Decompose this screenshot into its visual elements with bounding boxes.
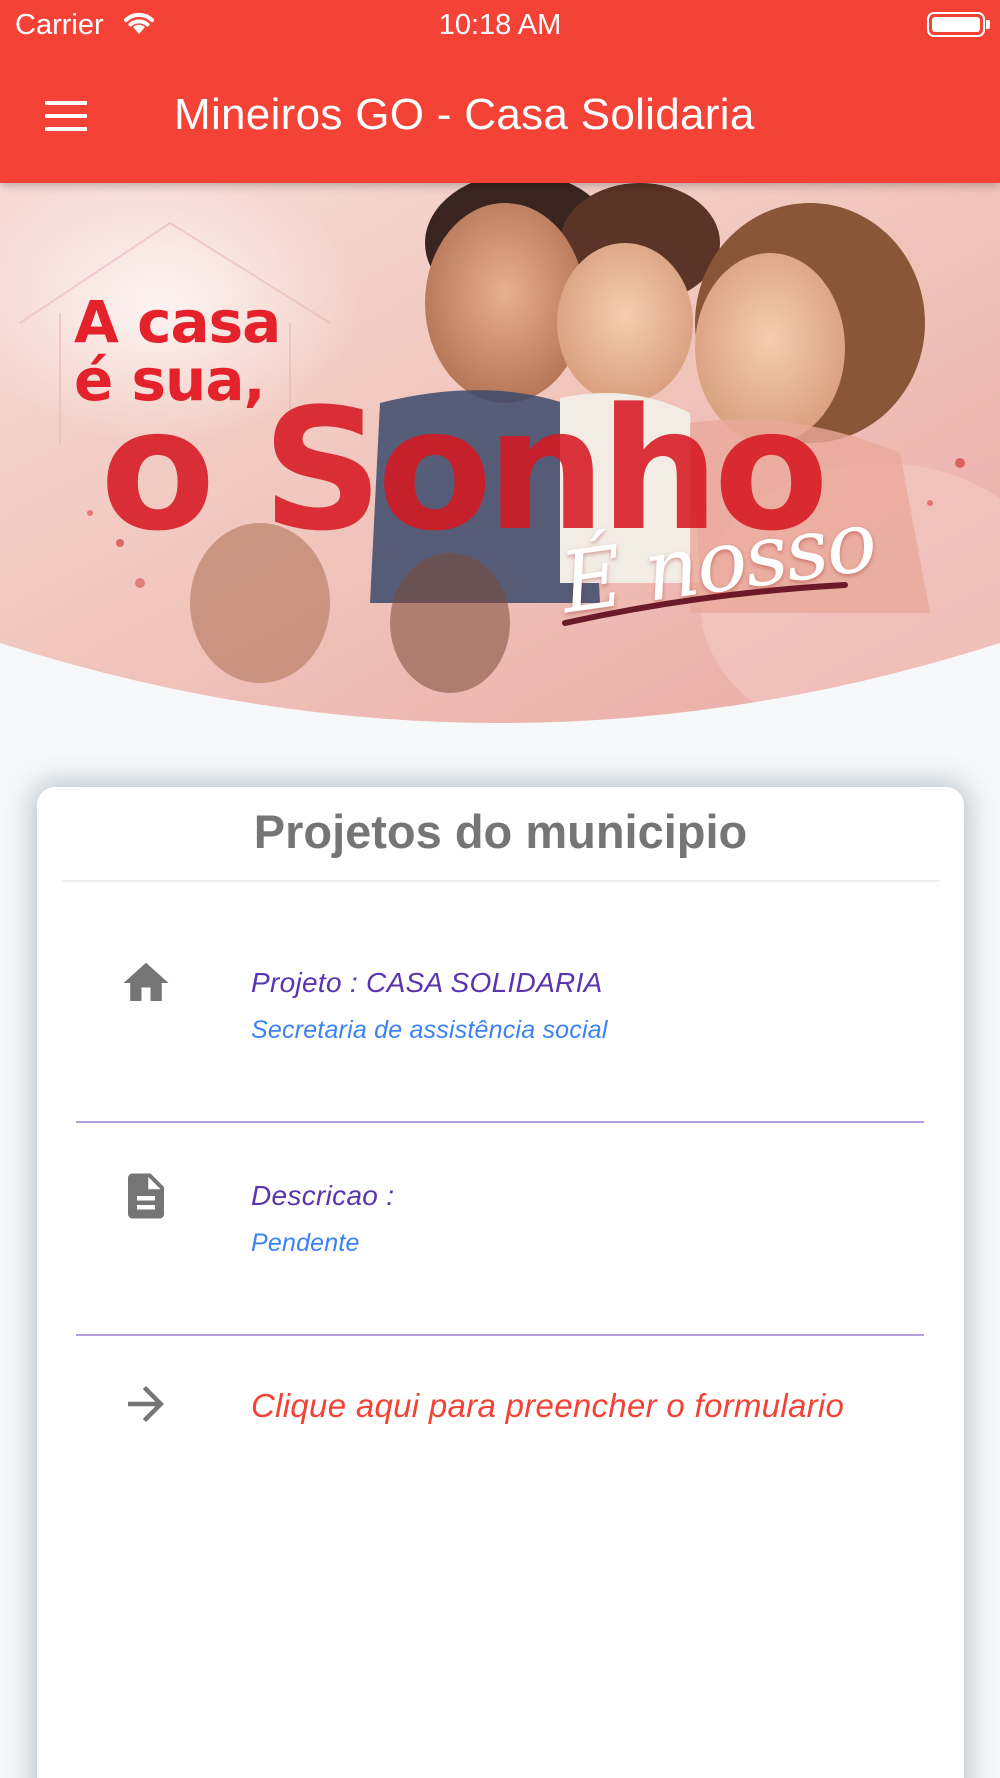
project-title: Projeto : CASA SOLIDARIA: [251, 967, 603, 998]
title-divider: [61, 880, 940, 882]
fill-form-link[interactable]: Clique aqui para preencher o formulario: [251, 1387, 844, 1425]
projects-card: Projetos do municipio Projeto : CASA SOL…: [37, 787, 964, 1778]
home-icon: [123, 962, 169, 1001]
app-title: Mineiros GO - Casa Solidaria: [174, 90, 755, 139]
menu-button[interactable]: [38, 95, 94, 137]
app-bar: Carrier 10:18 AM Mineiros GO - Casa Soli…: [0, 0, 1000, 183]
promo-banner: A casa é sua, o Sonho É nosso: [0, 183, 1000, 723]
battery-icon: [927, 12, 990, 37]
card-title: Projetos do municipio: [253, 805, 748, 858]
project-subtitle: Secretaria de assistência social: [251, 1016, 608, 1044]
clock-time: 10:18 AM: [438, 9, 562, 41]
description-title: Descricao :: [251, 1180, 395, 1211]
document-icon: [128, 1173, 164, 1219]
menu-icon: [45, 101, 87, 105]
description-subtitle: Pendente: [251, 1229, 360, 1257]
item-divider: [76, 1334, 924, 1336]
item-divider: [76, 1121, 924, 1123]
app-screen: Carrier 10:18 AM Mineiros GO - Casa Soli…: [0, 0, 1000, 1778]
status-bar: Carrier 10:18 AM: [0, 0, 1000, 50]
arrow-forward-icon: [128, 1386, 164, 1422]
